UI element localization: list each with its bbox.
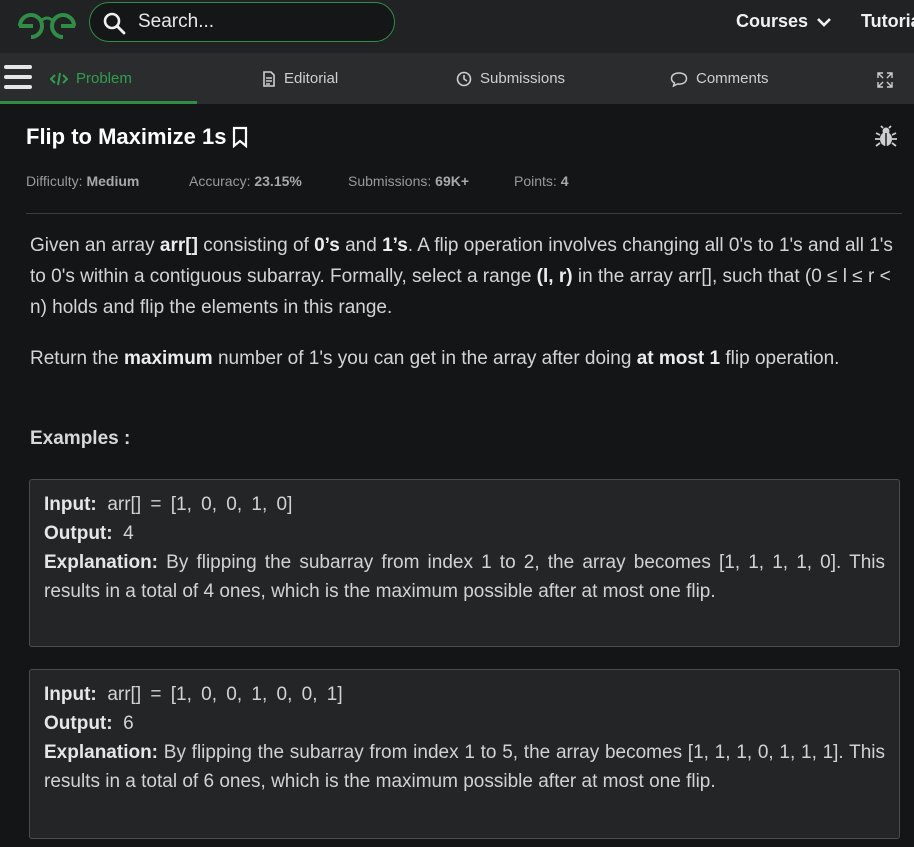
example-explanation: Explanation: By flipping the subarray fr… (44, 552, 885, 602)
points-label: Points: (514, 173, 557, 189)
difficulty-info: Difficulty: Medium (26, 173, 139, 189)
comment-icon (670, 71, 688, 87)
difficulty-value: Medium (86, 173, 140, 189)
tab-problem-label: Problem (76, 70, 132, 87)
problem-task: Return the maximum number of 1's you can… (30, 348, 840, 369)
tutorials-menu[interactable]: Tutorials (861, 11, 914, 32)
problem-title: Flip to Maximize 1s (26, 124, 249, 150)
problem-description: Given an array arr[] consisting of 0’s a… (30, 235, 893, 318)
code-icon (50, 72, 68, 85)
report-bug-icon[interactable] (874, 125, 898, 149)
gfg-logo-icon[interactable] (16, 11, 78, 41)
accuracy-value: 23.15% (254, 173, 302, 189)
tab-comments[interactable]: Comments (670, 53, 769, 104)
points-info: Points: 4 (514, 173, 569, 189)
top-header: Search... Courses Tutorials (0, 0, 914, 53)
submissions-value: 69K+ (435, 173, 470, 189)
example-input: Input: arr[] = [1, 0, 0, 1, 0, 0, 1] (44, 684, 343, 705)
accuracy-info: Accuracy: 23.15% (189, 173, 302, 189)
tab-editorial[interactable]: Editorial (262, 53, 338, 104)
problem-title-text: Flip to Maximize 1s (26, 124, 227, 149)
example-input: Input: arr[] = [1, 0, 0, 1, 0] (44, 494, 293, 515)
tab-submissions-label: Submissions (480, 70, 566, 87)
tab-editorial-label: Editorial (284, 70, 339, 87)
document-icon (263, 70, 275, 87)
divider (26, 213, 902, 214)
chevron-down-icon (817, 17, 831, 27)
courses-menu[interactable]: Courses (736, 11, 832, 32)
tab-submissions[interactable]: Submissions (456, 53, 565, 104)
courses-label: Courses (736, 11, 809, 31)
example-box: Input: arr[] = [1, 0, 0, 1, 0, 0, 1] Out… (29, 669, 900, 839)
example-explanation: Explanation: By flipping the subarray fr… (44, 742, 885, 792)
difficulty-label: Difficulty: (26, 173, 83, 189)
clock-icon (456, 71, 472, 86)
points-value: 4 (560, 173, 569, 189)
example-output: Output: 6 (44, 713, 134, 734)
submissions-info: Submissions: 69K+ (348, 173, 469, 189)
hamburger-menu-icon[interactable] (4, 65, 32, 91)
example-output: Output: 4 (44, 523, 134, 544)
submissions-label: Submissions: (348, 173, 432, 189)
problem-tab-bar: Problem Editorial Submissions Comments (0, 53, 914, 104)
accuracy-label: Accuracy: (189, 173, 251, 189)
search-placeholder: Search... (138, 11, 215, 32)
tab-comments-label: Comments (696, 70, 769, 87)
active-tab-indicator (0, 101, 197, 104)
search-icon (103, 12, 126, 35)
bookmark-icon[interactable] (231, 126, 249, 148)
expand-icon[interactable] (877, 72, 893, 88)
search-box[interactable]: Search... (89, 2, 395, 42)
example-box: Input: arr[] = [1, 0, 0, 1, 0] Output: 4… (29, 479, 900, 647)
tab-problem[interactable]: Problem (50, 53, 132, 104)
examples-heading: Examples : (30, 428, 131, 449)
